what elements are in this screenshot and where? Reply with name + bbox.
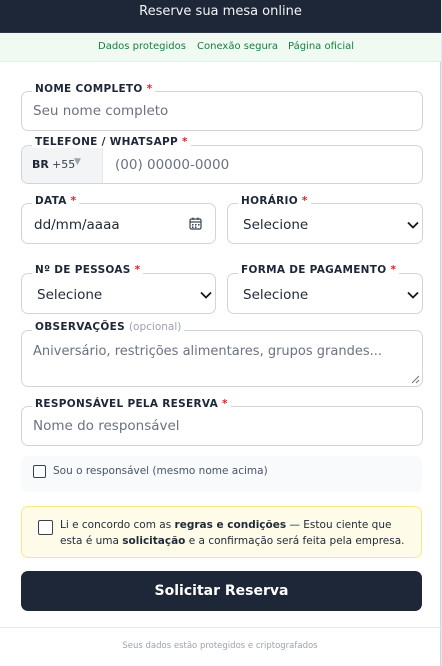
page-title: Reserve sua mesa online	[139, 4, 302, 19]
trust-item-official: Página oficial	[288, 41, 355, 52]
country-selector[interactable]: BR +55 ▼	[22, 146, 103, 183]
top-bar: Reserve sua mesa online	[0, 0, 441, 33]
terms-checkbox[interactable]	[38, 520, 53, 535]
phone-input[interactable]: (00) 00000-0000	[104, 146, 422, 183]
name-input[interactable]: Seu nome completo	[21, 91, 423, 131]
same-person-checkbox[interactable]	[33, 465, 46, 478]
time-label: HORÁRIO *	[238, 195, 311, 207]
country-code: BR	[32, 158, 49, 171]
people-select[interactable]: Selecione	[21, 273, 216, 314]
payment-label: FORMA DE PAGAMENTO *	[238, 264, 400, 276]
responsible-placeholder: Nome do responsável	[33, 418, 180, 434]
resize-handle-icon[interactable]	[411, 375, 420, 384]
notes-label: OBSERVAÇÕES (opcional)	[32, 321, 185, 333]
time-select[interactable]: Selecione	[227, 203, 423, 244]
submit-button[interactable]: Solicitar Reserva	[21, 571, 422, 611]
chevron-down-icon	[200, 291, 212, 299]
terms-link[interactable]: regras e condições	[175, 519, 287, 531]
same-person-label[interactable]: Sou o responsável (mesmo nome acima)	[53, 465, 268, 477]
notes-placeholder: Aniversário, restrições alimentares, gru…	[33, 344, 383, 359]
people-value: Selecione	[37, 287, 103, 303]
responsible-input[interactable]: Nome do responsável	[21, 406, 423, 446]
date-label: DATA *	[32, 195, 80, 207]
reservation-card: Reserve sua mesa online Dados protegidos…	[0, 0, 441, 666]
footer-text: Seus dados estão protegidos e criptograf…	[122, 641, 318, 651]
chevron-down-icon	[407, 291, 419, 299]
calendar-icon[interactable]	[189, 217, 202, 230]
trust-item-connection: Conexão segura	[197, 41, 279, 52]
people-label: Nº DE PESSOAS *	[32, 264, 144, 276]
dropdown-arrow-icon: ▼	[74, 157, 81, 167]
payment-value: Selecione	[243, 287, 309, 303]
name-placeholder: Seu nome completo	[33, 103, 169, 119]
phone-label: TELEFONE / WHATSAPP *	[32, 136, 191, 148]
terms-text: Li e concordo com as regras e condições …	[60, 519, 405, 547]
date-placeholder: dd/mm/aaaa	[34, 217, 120, 233]
notes-textarea[interactable]: Aniversário, restrições alimentares, gru…	[21, 330, 423, 387]
trust-item-data: Dados protegidos	[98, 41, 186, 52]
dial-code: +55	[52, 158, 76, 171]
date-input[interactable]: dd/mm/aaaa	[21, 203, 216, 244]
payment-select[interactable]: Selecione	[227, 273, 423, 314]
terms-box: Li e concordo com as regras e condições …	[21, 506, 422, 558]
phone-placeholder: (00) 00000-0000	[115, 157, 230, 173]
name-label: NOME COMPLETO *	[32, 83, 156, 95]
footer-divider	[0, 627, 441, 628]
trust-bar: Dados protegidos Conexão segura Página o…	[0, 33, 441, 62]
chevron-down-icon	[407, 221, 419, 229]
responsible-label: RESPONSÁVEL PELA RESERVA *	[32, 398, 231, 410]
time-value: Selecione	[243, 217, 309, 233]
